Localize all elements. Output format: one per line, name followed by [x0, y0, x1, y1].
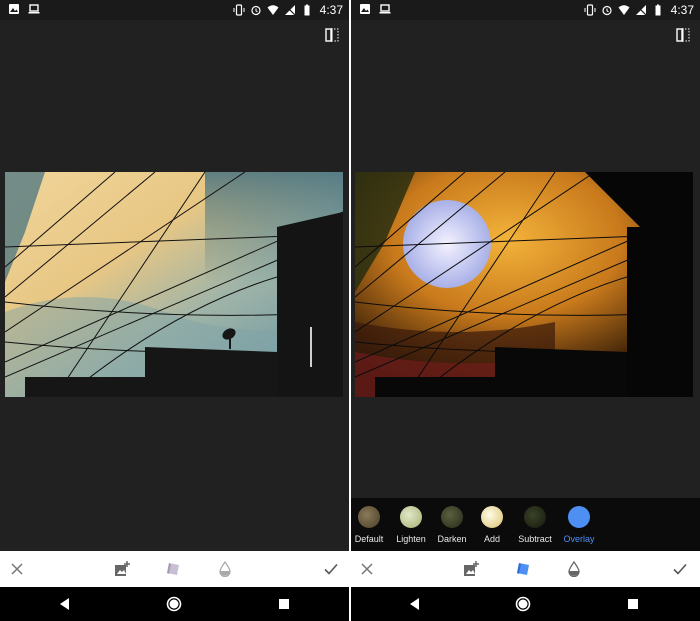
status-bar: 4:37 — [0, 0, 349, 20]
layer-blend-icon[interactable] — [165, 561, 181, 577]
alarm-icon — [602, 5, 612, 16]
blend-lighten-swatch — [400, 506, 422, 528]
add-image-icon[interactable] — [463, 561, 479, 577]
add-image-icon[interactable] — [114, 561, 130, 577]
wifi-icon — [267, 5, 279, 15]
blend-mode-bar: Default Lighten Darken Add Subtract Over… — [351, 498, 700, 556]
status-time: 4:37 — [670, 3, 694, 17]
blend-add-label: Add — [483, 534, 500, 544]
opacity-drop-icon[interactable] — [217, 561, 233, 577]
back-icon[interactable] — [407, 596, 423, 612]
left-editor-screen: 4:37 — [0, 0, 349, 621]
back-icon[interactable] — [57, 596, 73, 612]
alarm-icon — [251, 5, 261, 16]
check-icon[interactable] — [672, 561, 688, 577]
blend-subtract[interactable]: Subtract — [511, 504, 559, 544]
battery-icon — [304, 4, 310, 16]
nav-bar — [351, 587, 700, 621]
blend-subtract-label: Subtract — [518, 534, 552, 544]
close-icon[interactable] — [9, 561, 25, 577]
home-icon[interactable] — [515, 596, 531, 612]
image-notification-icon — [9, 4, 19, 14]
battery-icon — [655, 4, 661, 16]
opacity-drop-icon[interactable] — [566, 561, 582, 577]
blend-darken-label: Darken — [437, 534, 467, 544]
screenshot-pair: 4:37 4:37 Default Lighten Darken Add Sub… — [0, 0, 700, 621]
blend-overlay-swatch — [568, 506, 590, 528]
laptop-notification-icon — [28, 4, 40, 14]
status-time: 4:37 — [319, 3, 343, 17]
bottom-toolbar — [351, 551, 700, 587]
compare-icon[interactable] — [325, 28, 339, 42]
laptop-notification-icon — [379, 4, 391, 14]
layer-blend-icon[interactable] — [515, 561, 531, 577]
close-icon[interactable] — [359, 561, 375, 577]
blend-add-swatch — [481, 506, 503, 528]
vibrate-icon — [233, 4, 245, 16]
recents-icon[interactable] — [625, 596, 641, 612]
status-bar: 4:37 — [351, 0, 700, 20]
nav-bar — [0, 587, 349, 621]
blend-default-label: Default — [354, 534, 384, 544]
original-photo — [5, 172, 343, 397]
blend-add[interactable]: Add — [468, 504, 516, 544]
blend-overlay-label: Overlay — [563, 534, 595, 544]
blend-lighten-label: Lighten — [396, 534, 426, 544]
home-icon[interactable] — [166, 596, 182, 612]
blend-darken-swatch — [441, 506, 463, 528]
image-notification-icon — [360, 4, 370, 14]
compare-icon[interactable] — [676, 28, 690, 42]
check-icon[interactable] — [323, 561, 339, 577]
wifi-icon — [618, 5, 630, 15]
recents-icon[interactable] — [276, 596, 292, 612]
blend-overlay[interactable]: Overlay — [555, 504, 603, 544]
signal-icon — [635, 4, 647, 16]
vibrate-icon — [584, 4, 596, 16]
bottom-toolbar — [0, 551, 349, 587]
edited-photo — [355, 172, 693, 397]
signal-icon — [284, 4, 296, 16]
blend-subtract-swatch — [524, 506, 546, 528]
right-editor-screen: 4:37 Default Lighten Darken Add Subtract… — [351, 0, 700, 621]
blend-default-swatch — [358, 506, 380, 528]
